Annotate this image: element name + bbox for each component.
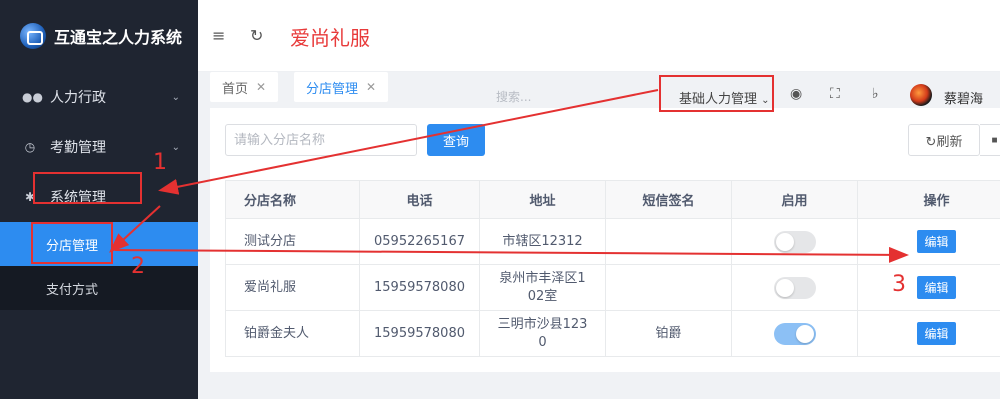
branch-search-input[interactable] bbox=[225, 124, 417, 156]
annotation-box-system bbox=[33, 172, 142, 204]
fullscreen-icon[interactable]: ⛶ bbox=[830, 86, 840, 102]
table-header-row: 分店名称 电话 地址 短信签名 启用 操作 bbox=[225, 180, 1000, 219]
refresh-label: 刷新 bbox=[936, 134, 963, 150]
logo-icon bbox=[20, 23, 46, 49]
cell-enabled bbox=[731, 310, 858, 357]
username[interactable]: 蔡碧海 bbox=[944, 88, 983, 107]
table-row: 测试分店 05952265167 市辖区12312 编辑 bbox=[225, 218, 1000, 265]
avatar[interactable] bbox=[910, 84, 932, 106]
sidebar-item-payment-methods[interactable]: 支付方式 bbox=[0, 266, 198, 310]
annotation-number-2: 2 bbox=[131, 254, 145, 279]
bell-icon[interactable]: ♭ bbox=[872, 86, 879, 102]
cell-phone: 15959578080 bbox=[359, 264, 480, 311]
edit-button[interactable]: 编辑 bbox=[917, 230, 956, 253]
main-panel: 查询 ↻刷新 ■ 分店名称 电话 地址 短信签名 启用 操作 测试分店 0595… bbox=[210, 108, 1000, 372]
enable-toggle[interactable] bbox=[773, 230, 816, 253]
cell-address: 三明市沙县123 0 bbox=[479, 310, 606, 357]
columns-icon[interactable]: ■ bbox=[980, 124, 1000, 156]
cell-action: 编辑 bbox=[857, 264, 1000, 311]
cell-phone: 15959578080 bbox=[359, 310, 480, 357]
cell-sms bbox=[605, 218, 732, 265]
query-button[interactable]: 查询 bbox=[427, 124, 485, 156]
close-icon[interactable]: ✕ bbox=[366, 80, 376, 94]
cell-enabled bbox=[731, 264, 858, 311]
tab-bar: 首页 ✕ 分店管理 ✕ 搜索... 基础人力管理 ⌄ ◉ ⛶ ♭ 蔡碧海 bbox=[198, 72, 1000, 107]
sidebar-item-attendance[interactable]: ◷ 考勤管理 ⌄ bbox=[0, 122, 198, 172]
column-header: 启用 bbox=[731, 180, 858, 219]
chevron-down-icon: ⌄ bbox=[171, 141, 180, 153]
sidebar-item-hr-admin[interactable]: ●● 人力行政 ⌄ bbox=[0, 72, 198, 122]
chevron-down-icon: ⌄ bbox=[171, 91, 180, 103]
page-title: 爱尚礼服 bbox=[290, 26, 370, 50]
cell-sms: 铂爵 bbox=[605, 310, 732, 357]
annotation-number-1: 1 bbox=[153, 150, 167, 175]
column-header: 分店名称 bbox=[225, 180, 360, 219]
sidebar-item-label: 考勤管理 bbox=[50, 140, 106, 156]
clock-icon: ◷ bbox=[24, 140, 36, 154]
table-row: 铂爵金夫人 15959578080 三明市沙县123 0 铂爵 编辑 bbox=[225, 310, 1000, 357]
refresh-icon: ↻ bbox=[925, 134, 937, 150]
tab-label: 分店管理 bbox=[306, 81, 359, 97]
cell-name: 爱尚礼服 bbox=[225, 264, 360, 311]
cell-name: 铂爵金夫人 bbox=[225, 310, 360, 357]
enable-toggle[interactable] bbox=[773, 276, 816, 299]
cell-action: 编辑 bbox=[857, 218, 1000, 265]
tab-home[interactable]: 首页 ✕ bbox=[210, 72, 279, 102]
column-header: 地址 bbox=[479, 180, 606, 219]
annotation-box-branch bbox=[31, 222, 113, 264]
menu-collapse-icon[interactable]: ≡ bbox=[212, 26, 225, 45]
cell-action: 编辑 bbox=[857, 310, 1000, 357]
cell-enabled bbox=[731, 218, 858, 265]
column-header: 短信签名 bbox=[605, 180, 732, 219]
table-row: 爱尚礼服 15959578080 泉州市丰泽区1 02室 编辑 bbox=[225, 264, 1000, 311]
users-icon: ●● bbox=[22, 90, 43, 104]
cell-sms bbox=[605, 264, 732, 311]
global-search[interactable]: 搜索... bbox=[496, 88, 531, 105]
record-icon[interactable]: ◉ bbox=[790, 86, 802, 102]
tab-label: 首页 bbox=[222, 81, 249, 97]
sidebar-item-label: 人力行政 bbox=[50, 90, 106, 106]
cell-address: 市辖区12312 bbox=[479, 218, 606, 265]
edit-button[interactable]: 编辑 bbox=[917, 322, 956, 345]
annotation-box-module bbox=[659, 75, 774, 112]
refresh-icon[interactable]: ↻ bbox=[250, 26, 263, 45]
edit-button[interactable]: 编辑 bbox=[917, 276, 956, 299]
cell-address: 泉州市丰泽区1 02室 bbox=[479, 264, 606, 311]
tab-branch-management[interactable]: 分店管理 ✕ bbox=[294, 72, 389, 102]
cell-name: 测试分店 bbox=[225, 218, 360, 265]
close-icon[interactable]: ✕ bbox=[256, 80, 266, 94]
cell-phone: 05952265167 bbox=[359, 218, 480, 265]
logo-text: 互通宝之人力系统 bbox=[54, 28, 183, 47]
column-header: 电话 bbox=[359, 180, 480, 219]
branch-table: 分店名称 电话 地址 短信签名 启用 操作 测试分店 05952265167 市… bbox=[225, 180, 1000, 357]
app-logo[interactable]: 互通宝之人力系统 bbox=[0, 0, 198, 72]
refresh-button[interactable]: ↻刷新 bbox=[908, 124, 980, 156]
top-header: ≡ ↻ 爱尚礼服 bbox=[198, 0, 1000, 72]
enable-toggle[interactable] bbox=[773, 322, 816, 345]
column-header: 操作 bbox=[857, 180, 1000, 219]
annotation-number-3: 3 bbox=[892, 272, 906, 297]
